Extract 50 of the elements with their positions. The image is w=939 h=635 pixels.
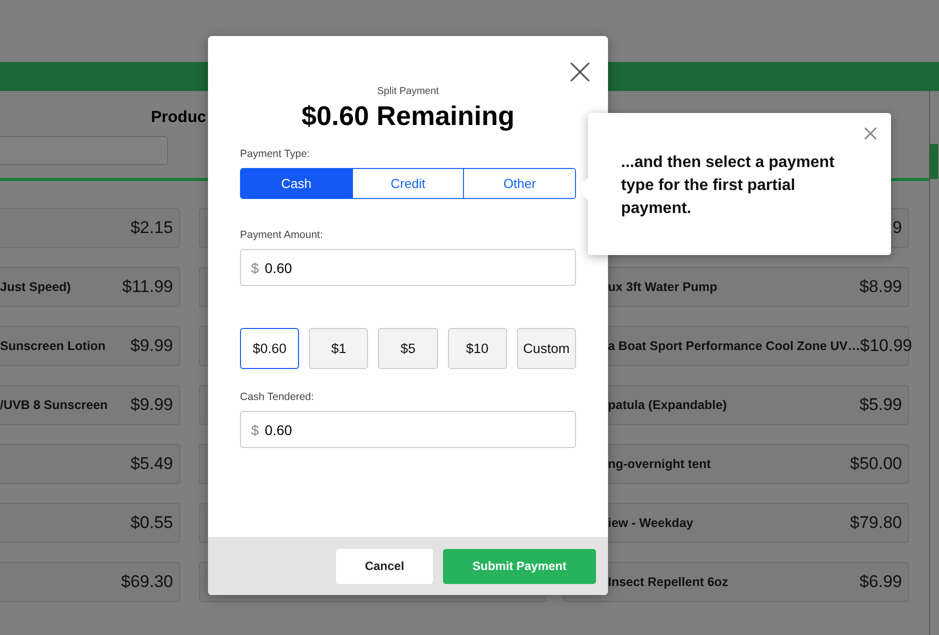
product-price: $79.80 — [850, 513, 902, 533]
product-name: patula (Expandable) — [608, 398, 727, 412]
product-name: ux 3ft Water Pump — [608, 280, 718, 294]
cancel-button[interactable]: Cancel — [336, 548, 433, 584]
product-price: $9.99 — [130, 336, 173, 356]
field-label: Payment Amount: — [240, 229, 324, 241]
product-price: $9.99 — [130, 395, 173, 415]
quick-amount-button[interactable]: $1 — [309, 328, 368, 369]
submit-button[interactable]: Submit Payment — [443, 548, 596, 584]
payment-type-tab[interactable]: Other — [463, 169, 575, 198]
product-name: Just Speed) — [0, 280, 71, 294]
product-price: $11.99 — [122, 277, 173, 297]
payment-type-tab[interactable]: Cash — [241, 169, 352, 198]
product-card[interactable]: $2.15 — [0, 208, 180, 248]
search-field[interactable] — [0, 136, 168, 165]
product-name: Sunscreen Lotion — [0, 339, 106, 353]
quick-amount-button[interactable]: $5 — [378, 328, 438, 369]
product-price: $6.99 — [859, 572, 902, 592]
close-icon[interactable] — [864, 127, 877, 140]
products-heading: Produc — [151, 109, 206, 127]
product-card[interactable]: $69.30 — [0, 562, 180, 602]
product-price: $5.99 — [859, 395, 902, 415]
product-card[interactable]: $5.49 — [0, 444, 180, 484]
cash-tendered-field[interactable]: $ 0.60 — [240, 411, 576, 448]
product-card[interactable]: /UVB 8 Sunscreen $9.99 — [0, 385, 180, 425]
product-name: a Boat Sport Performance Cool Zone UV… — [608, 339, 860, 353]
dialog-subtitle: Split Payment — [376, 86, 440, 97]
product-price: $5.49 — [130, 454, 173, 474]
field-label: Cash Tendered: — [240, 391, 315, 403]
product-card[interactable]: Just Speed) $11.99 — [0, 267, 180, 307]
quick-amount-button[interactable]: $0.60 — [240, 328, 300, 369]
quick-amount-button[interactable]: $10 — [448, 328, 507, 369]
tooltip-text: ...and then select a payment type for the first partial payment. — [621, 153, 836, 219]
close-icon[interactable] — [570, 62, 590, 82]
product-name: ng-overnight tent — [608, 457, 711, 471]
product-price: $50.00 — [850, 454, 902, 474]
product-name: Insect Repellent 6oz — [608, 575, 728, 589]
product-price: $2.15 — [130, 218, 173, 238]
product-price: $0.55 — [130, 513, 173, 533]
dialog-title: $0.60 Remaining — [300, 101, 516, 132]
payment-amount-field[interactable]: $ 0.60 — [240, 249, 576, 286]
product-price: 9 — [892, 218, 902, 238]
product-name: /UVB 8 Sunscreen — [0, 398, 108, 412]
field-label: Payment Type: — [240, 148, 311, 160]
product-price: $69.30 — [121, 572, 173, 592]
product-price: $8.99 — [859, 277, 902, 297]
product-card[interactable]: $0.55 — [0, 503, 180, 543]
product-name: iew - Weekday — [608, 516, 694, 530]
product-card[interactable]: Sunscreen Lotion $9.99 — [0, 326, 180, 366]
quick-amount-button[interactable]: Custom — [516, 328, 576, 369]
